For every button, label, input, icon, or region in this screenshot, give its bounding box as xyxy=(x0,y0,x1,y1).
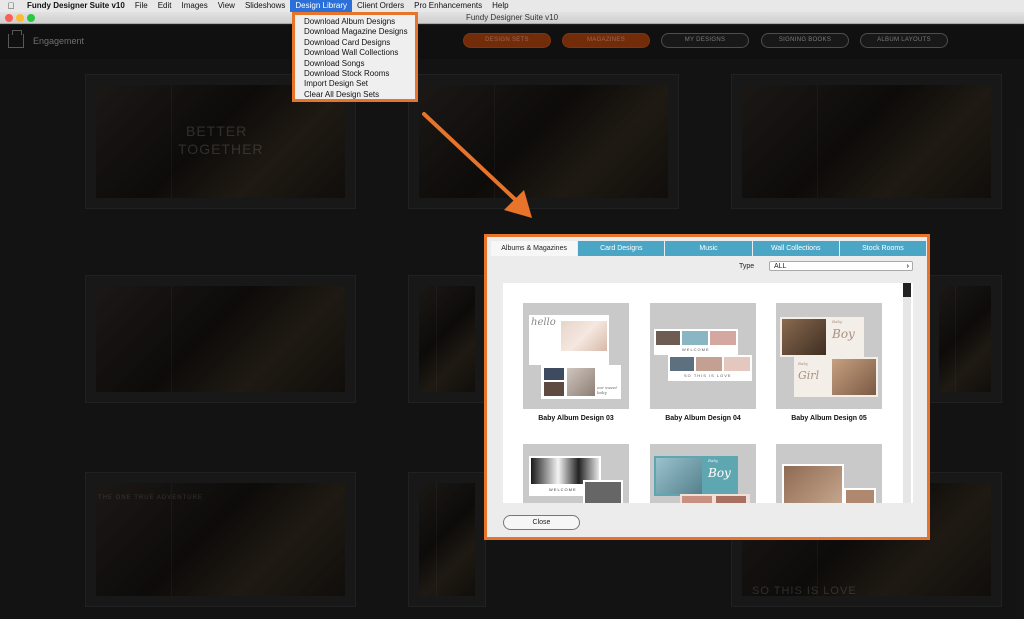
baby-photo xyxy=(567,368,595,396)
design-card: hello xyxy=(529,315,609,365)
baby-photo xyxy=(561,321,607,351)
baby-photo xyxy=(782,319,826,355)
baby-photo xyxy=(585,482,621,503)
baby-photo xyxy=(846,490,874,503)
design-grid: hello our sweet baby Baby Album Design 0… xyxy=(503,283,913,503)
dialog-tabs: Albums & Magazines Card Designs Music Wa… xyxy=(491,241,928,256)
menu-item-download-card-designs[interactable]: Download Card Designs xyxy=(295,38,415,48)
menu-item-download-wall-collections[interactable]: Download Wall Collections xyxy=(295,48,415,58)
window-title-bar: Fundy Designer Suite v10 xyxy=(0,12,1024,24)
design-thumbnail[interactable] xyxy=(776,444,882,503)
design-card: Baby Girl xyxy=(794,357,878,397)
baby-photo xyxy=(784,466,842,503)
menu-item-download-magazine-designs[interactable]: Download Magazine Designs xyxy=(295,27,415,37)
menu-item-download-stock-rooms[interactable]: Download Stock Rooms xyxy=(295,69,415,79)
baby-photo xyxy=(682,331,708,345)
menu-file[interactable]: File xyxy=(130,0,153,12)
menu-item-download-album-designs[interactable]: Download Album Designs xyxy=(295,17,415,27)
design-thumbnail[interactable]: hello our sweet baby xyxy=(523,303,629,409)
design-library-menu: Download Album Designs Download Magazine… xyxy=(292,12,418,102)
menu-pro-enhancements[interactable]: Pro Enhancements xyxy=(409,0,487,12)
scrollbar-thumb[interactable] xyxy=(903,283,911,297)
tab-music[interactable]: Music xyxy=(665,241,753,256)
type-select-value: ALL xyxy=(774,263,787,270)
type-label: Type xyxy=(739,263,755,270)
baby-photo xyxy=(544,382,564,396)
design-label: Baby Album Design 05 xyxy=(791,415,867,422)
design-card xyxy=(583,480,623,503)
design-thumbnail[interactable]: WELCOME xyxy=(523,444,629,503)
menu-images[interactable]: Images xyxy=(177,0,213,12)
design-word: Baby xyxy=(832,319,843,324)
tab-albums-magazines[interactable]: Albums & Magazines xyxy=(491,241,579,256)
type-select[interactable]: ALL › xyxy=(769,261,913,271)
design-thumbnail[interactable]: Baby Boy xyxy=(650,444,756,503)
tab-card-designs[interactable]: Card Designs xyxy=(578,241,666,256)
menu-app-name[interactable]: Fundy Designer Suite v10 xyxy=(22,0,130,12)
design-card: SO THIS IS LOVE xyxy=(668,355,752,381)
baby-photo xyxy=(670,357,694,371)
menu-bar:  Fundy Designer Suite v10 File Edit Ima… xyxy=(0,0,1024,12)
baby-photo xyxy=(696,357,722,371)
design-word: Boy xyxy=(832,327,855,341)
window-title: Fundy Designer Suite v10 xyxy=(465,13,559,22)
baby-photo xyxy=(724,357,750,371)
tab-stock-rooms[interactable]: Stock Rooms xyxy=(839,241,928,256)
design-card xyxy=(782,464,844,503)
design-card: WELCOME xyxy=(654,329,738,355)
menu-edit[interactable]: Edit xyxy=(153,0,177,12)
design-card xyxy=(844,488,876,503)
menu-help[interactable]: Help xyxy=(487,0,513,12)
design-script: our sweet baby xyxy=(597,385,617,395)
design-word: WELCOME xyxy=(549,487,577,492)
design-word: Girl xyxy=(798,369,820,382)
baby-photo xyxy=(656,331,680,345)
chevron-right-icon: › xyxy=(906,263,909,270)
menu-client-orders[interactable]: Client Orders xyxy=(352,0,409,12)
close-button[interactable]: Close xyxy=(503,515,580,530)
design-word: Boy xyxy=(708,466,731,480)
design-word: SO THIS IS LOVE xyxy=(684,373,732,378)
design-word: Baby xyxy=(798,361,809,366)
design-word: Baby xyxy=(708,458,719,463)
design-label: Baby Album Design 03 xyxy=(538,415,614,422)
apple-menu-icon[interactable]:  xyxy=(0,1,22,11)
design-word: hello xyxy=(531,317,556,328)
menu-slideshows[interactable]: Slideshows xyxy=(240,0,290,12)
design-label: Baby Album Design 04 xyxy=(665,415,741,422)
tab-wall-collections[interactable]: Wall Collections xyxy=(752,241,840,256)
design-library-dialog: Albums & Magazines Card Designs Music Wa… xyxy=(484,234,930,540)
menu-view[interactable]: View xyxy=(213,0,240,12)
design-thumbnail[interactable]: WELCOME SO THIS IS LOVE xyxy=(650,303,756,409)
baby-photo xyxy=(656,458,702,494)
baby-photo xyxy=(832,359,876,395)
baby-photo xyxy=(716,496,746,503)
menu-item-import-design-set[interactable]: Import Design Set xyxy=(295,79,415,89)
menu-design-library[interactable]: Design Library xyxy=(290,0,352,12)
baby-photo xyxy=(544,368,564,380)
annotation-arrow-icon xyxy=(422,112,532,218)
grid-scrollbar[interactable] xyxy=(903,283,911,503)
design-card xyxy=(680,494,750,503)
design-word: WELCOME xyxy=(682,347,710,352)
design-card: our sweet baby xyxy=(541,365,621,399)
design-card: Baby Boy xyxy=(654,456,738,496)
baby-photo xyxy=(710,331,736,345)
design-card: Baby Boy xyxy=(780,317,864,357)
baby-photo xyxy=(682,496,712,503)
menu-item-download-songs[interactable]: Download Songs xyxy=(295,59,415,69)
menu-item-clear-all-design-sets[interactable]: Clear All Design Sets xyxy=(295,90,415,100)
design-thumbnail[interactable]: Baby Boy Baby Girl xyxy=(776,303,882,409)
